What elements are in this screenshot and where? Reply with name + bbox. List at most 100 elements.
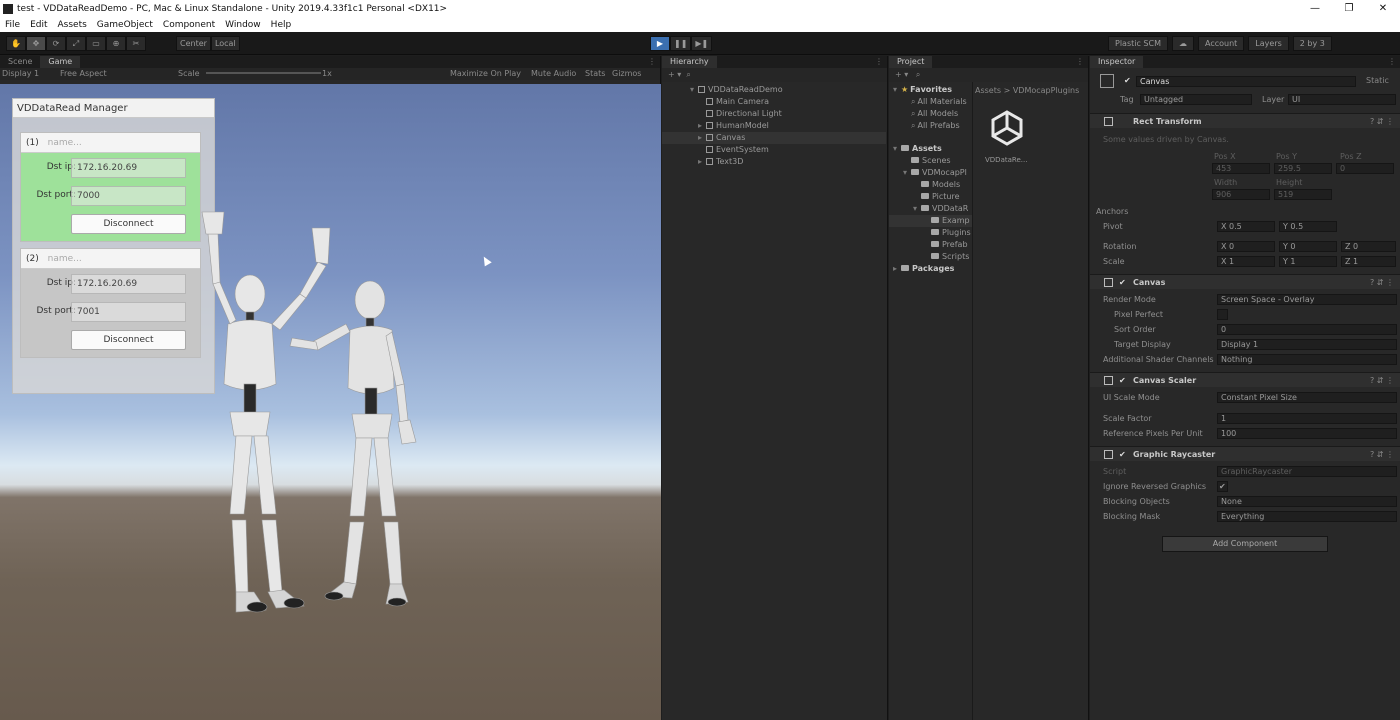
pivot-y-field[interactable]: Y 0.5 xyxy=(1279,221,1337,232)
step-button[interactable]: ▶❚ xyxy=(691,36,713,51)
tab-game[interactable]: Game xyxy=(40,56,81,68)
play-button[interactable]: ▶ xyxy=(650,36,670,51)
folder-example[interactable]: Examp xyxy=(889,215,972,227)
menu-edit[interactable]: Edit xyxy=(25,20,52,30)
transform-tool-icon[interactable]: ⊕ xyxy=(106,36,126,51)
unity-asset-icon[interactable] xyxy=(987,108,1027,148)
script-field[interactable]: GraphicRaycaster xyxy=(1217,466,1397,477)
project-toolbar[interactable]: + ▾ ⌕ xyxy=(889,68,1088,82)
maximize-button[interactable]: ❐ xyxy=(1332,0,1366,17)
custom-tool-icon[interactable]: ✂ xyxy=(126,36,146,51)
folder-scenes[interactable]: Scenes xyxy=(911,155,951,167)
graphic-raycaster-header[interactable]: ✔ Graphic Raycaster ? ⇵ ⋮ xyxy=(1090,446,1400,461)
pause-button[interactable]: ❚❚ xyxy=(670,36,692,51)
blocking-objects-dropdown[interactable]: None xyxy=(1217,496,1397,507)
panel-menu-icon[interactable]: ⋮ xyxy=(1076,56,1084,68)
layers-dropdown[interactable]: Layers xyxy=(1248,36,1289,51)
pixel-perfect-checkbox[interactable] xyxy=(1217,309,1228,320)
canvas-enabled-checkbox[interactable]: ✔ xyxy=(1119,275,1126,290)
menu-component[interactable]: Component xyxy=(158,20,220,30)
scale-x-field[interactable]: X 1 xyxy=(1217,256,1275,267)
pixels-per-unit-field[interactable]: 100 xyxy=(1217,428,1397,439)
hierarchy-item-main-camera[interactable]: Main Camera xyxy=(706,96,769,108)
scale-tool-icon[interactable]: ⤢ xyxy=(66,36,86,51)
display-dropdown[interactable]: Display 1 xyxy=(2,68,39,80)
aspect-dropdown[interactable]: Free Aspect xyxy=(60,68,107,80)
scale-slider[interactable] xyxy=(206,72,321,74)
minimize-button[interactable]: — xyxy=(1298,0,1332,17)
panel-menu-icon[interactable]: ⋮ xyxy=(1388,56,1396,68)
object-name-input[interactable]: Canvas xyxy=(1136,76,1356,87)
height-field[interactable]: 519 xyxy=(1274,189,1332,200)
folder-scripts[interactable]: Scripts xyxy=(931,251,969,263)
tag-dropdown[interactable]: Untagged xyxy=(1140,94,1252,105)
hierarchy-item-eventsystem[interactable]: EventSystem xyxy=(706,144,769,156)
rotation-y-field[interactable]: Y 0 xyxy=(1279,241,1337,252)
mute-audio-toggle[interactable]: Mute Audio xyxy=(531,68,576,80)
add-component-button[interactable]: Add Component xyxy=(1162,536,1328,552)
menu-gameobject[interactable]: GameObject xyxy=(92,20,158,30)
hierarchy-item-canvas[interactable]: ▸ Canvas xyxy=(662,132,886,144)
folder-prefabs[interactable]: Prefab xyxy=(931,239,968,251)
account-dropdown[interactable]: Account xyxy=(1197,36,1245,51)
panel-menu-icon[interactable]: ⋮ xyxy=(875,56,883,68)
pivot-mode-button[interactable]: Center xyxy=(176,36,211,51)
folder-picture[interactable]: Picture xyxy=(921,191,960,203)
render-mode-dropdown[interactable]: Screen Space - Overlay xyxy=(1217,294,1397,305)
game-viewport[interactable]: VDDataRead Manager (1) name... Dst ip: 1… xyxy=(0,84,661,720)
pos-x-field[interactable]: 453 xyxy=(1212,163,1270,174)
cloud-icon[interactable]: ☁ xyxy=(1171,36,1194,51)
favorite-all-materials[interactable]: ⌕ All Materials xyxy=(911,96,967,108)
hierarchy-item-humanmodel[interactable]: ▸ HumanModel xyxy=(698,120,769,132)
menu-window[interactable]: Window xyxy=(220,20,266,30)
component-menu-icon[interactable]: ? ⇵ ⋮ xyxy=(1370,275,1394,290)
project-breadcrumb[interactable]: Assets > VDMocapPlugins xyxy=(975,86,1079,95)
component-menu-icon[interactable]: ? ⇵ ⋮ xyxy=(1370,373,1394,388)
folder-models[interactable]: Models xyxy=(921,179,960,191)
width-field[interactable]: 906 xyxy=(1212,189,1270,200)
favorite-all-prefabs[interactable]: ⌕ All Prefabs xyxy=(911,120,960,132)
canvas-scaler-header[interactable]: ✔ Canvas Scaler ? ⇵ ⋮ xyxy=(1090,372,1400,387)
tab-scene[interactable]: Scene xyxy=(0,56,41,68)
close-button[interactable]: ✕ xyxy=(1366,0,1400,17)
layer-dropdown[interactable]: UI xyxy=(1288,94,1396,105)
pivot-space-button[interactable]: Local xyxy=(210,36,240,51)
sort-order-field[interactable]: 0 xyxy=(1217,324,1397,335)
packages-folder[interactable]: ▸ Packages xyxy=(893,263,954,275)
tab-inspector[interactable]: Inspector xyxy=(1090,56,1144,68)
panel-menu-icon[interactable]: ⋮ xyxy=(648,56,656,68)
rotation-x-field[interactable]: X 0 xyxy=(1217,241,1275,252)
move-tool-icon[interactable]: ✥ xyxy=(26,36,46,51)
favorite-all-models[interactable]: ⌕ All Models xyxy=(911,108,958,120)
anchors-foldout[interactable]: Anchors xyxy=(1096,206,1128,218)
plastic-scm-button[interactable]: Plastic SCM xyxy=(1108,36,1168,51)
maximize-on-play-toggle[interactable]: Maximize On Play xyxy=(450,68,521,80)
ui-scale-mode-dropdown[interactable]: Constant Pixel Size xyxy=(1217,392,1397,403)
scale-y-field[interactable]: Y 1 xyxy=(1279,256,1337,267)
rotation-z-field[interactable]: Z 0 xyxy=(1341,241,1396,252)
hierarchy-scene-root[interactable]: ▾ VDDataReadDemo xyxy=(690,84,783,96)
pos-z-field[interactable]: 0 xyxy=(1336,163,1394,174)
hand-tool-icon[interactable]: ✋ xyxy=(6,36,26,51)
rect-transform-header[interactable]: Rect Transform ? ⇵ ⋮ xyxy=(1090,113,1400,128)
menu-file[interactable]: File xyxy=(0,20,25,30)
scaler-enabled-checkbox[interactable]: ✔ xyxy=(1119,373,1126,388)
hierarchy-item-text3d[interactable]: ▸ Text3D xyxy=(698,156,743,168)
component-menu-icon[interactable]: ? ⇵ ⋮ xyxy=(1370,447,1394,462)
rotate-tool-icon[interactable]: ⟳ xyxy=(46,36,66,51)
folder-vdmocap[interactable]: ▾ VDMocapPl xyxy=(903,167,967,179)
shader-channels-dropdown[interactable]: Nothing xyxy=(1217,354,1397,365)
pivot-x-field[interactable]: X 0.5 xyxy=(1217,221,1275,232)
target-display-dropdown[interactable]: Display 1 xyxy=(1217,339,1397,350)
folder-plugins[interactable]: Plugins xyxy=(931,227,971,239)
folder-vddataread[interactable]: ▾ VDDataR xyxy=(913,203,968,215)
scale-z-field[interactable]: Z 1 xyxy=(1341,256,1396,267)
static-toggle[interactable]: Static xyxy=(1366,76,1389,85)
component-menu-icon[interactable]: ? ⇵ ⋮ xyxy=(1370,114,1394,129)
gizmos-dropdown[interactable]: Gizmos xyxy=(612,68,641,80)
ignore-reversed-checkbox[interactable]: ✔ xyxy=(1217,481,1228,492)
pos-y-field[interactable]: 259.5 xyxy=(1274,163,1332,174)
tab-hierarchy[interactable]: Hierarchy xyxy=(662,56,717,68)
stats-toggle[interactable]: Stats xyxy=(585,68,605,80)
canvas-component-header[interactable]: ✔ Canvas ? ⇵ ⋮ xyxy=(1090,274,1400,289)
